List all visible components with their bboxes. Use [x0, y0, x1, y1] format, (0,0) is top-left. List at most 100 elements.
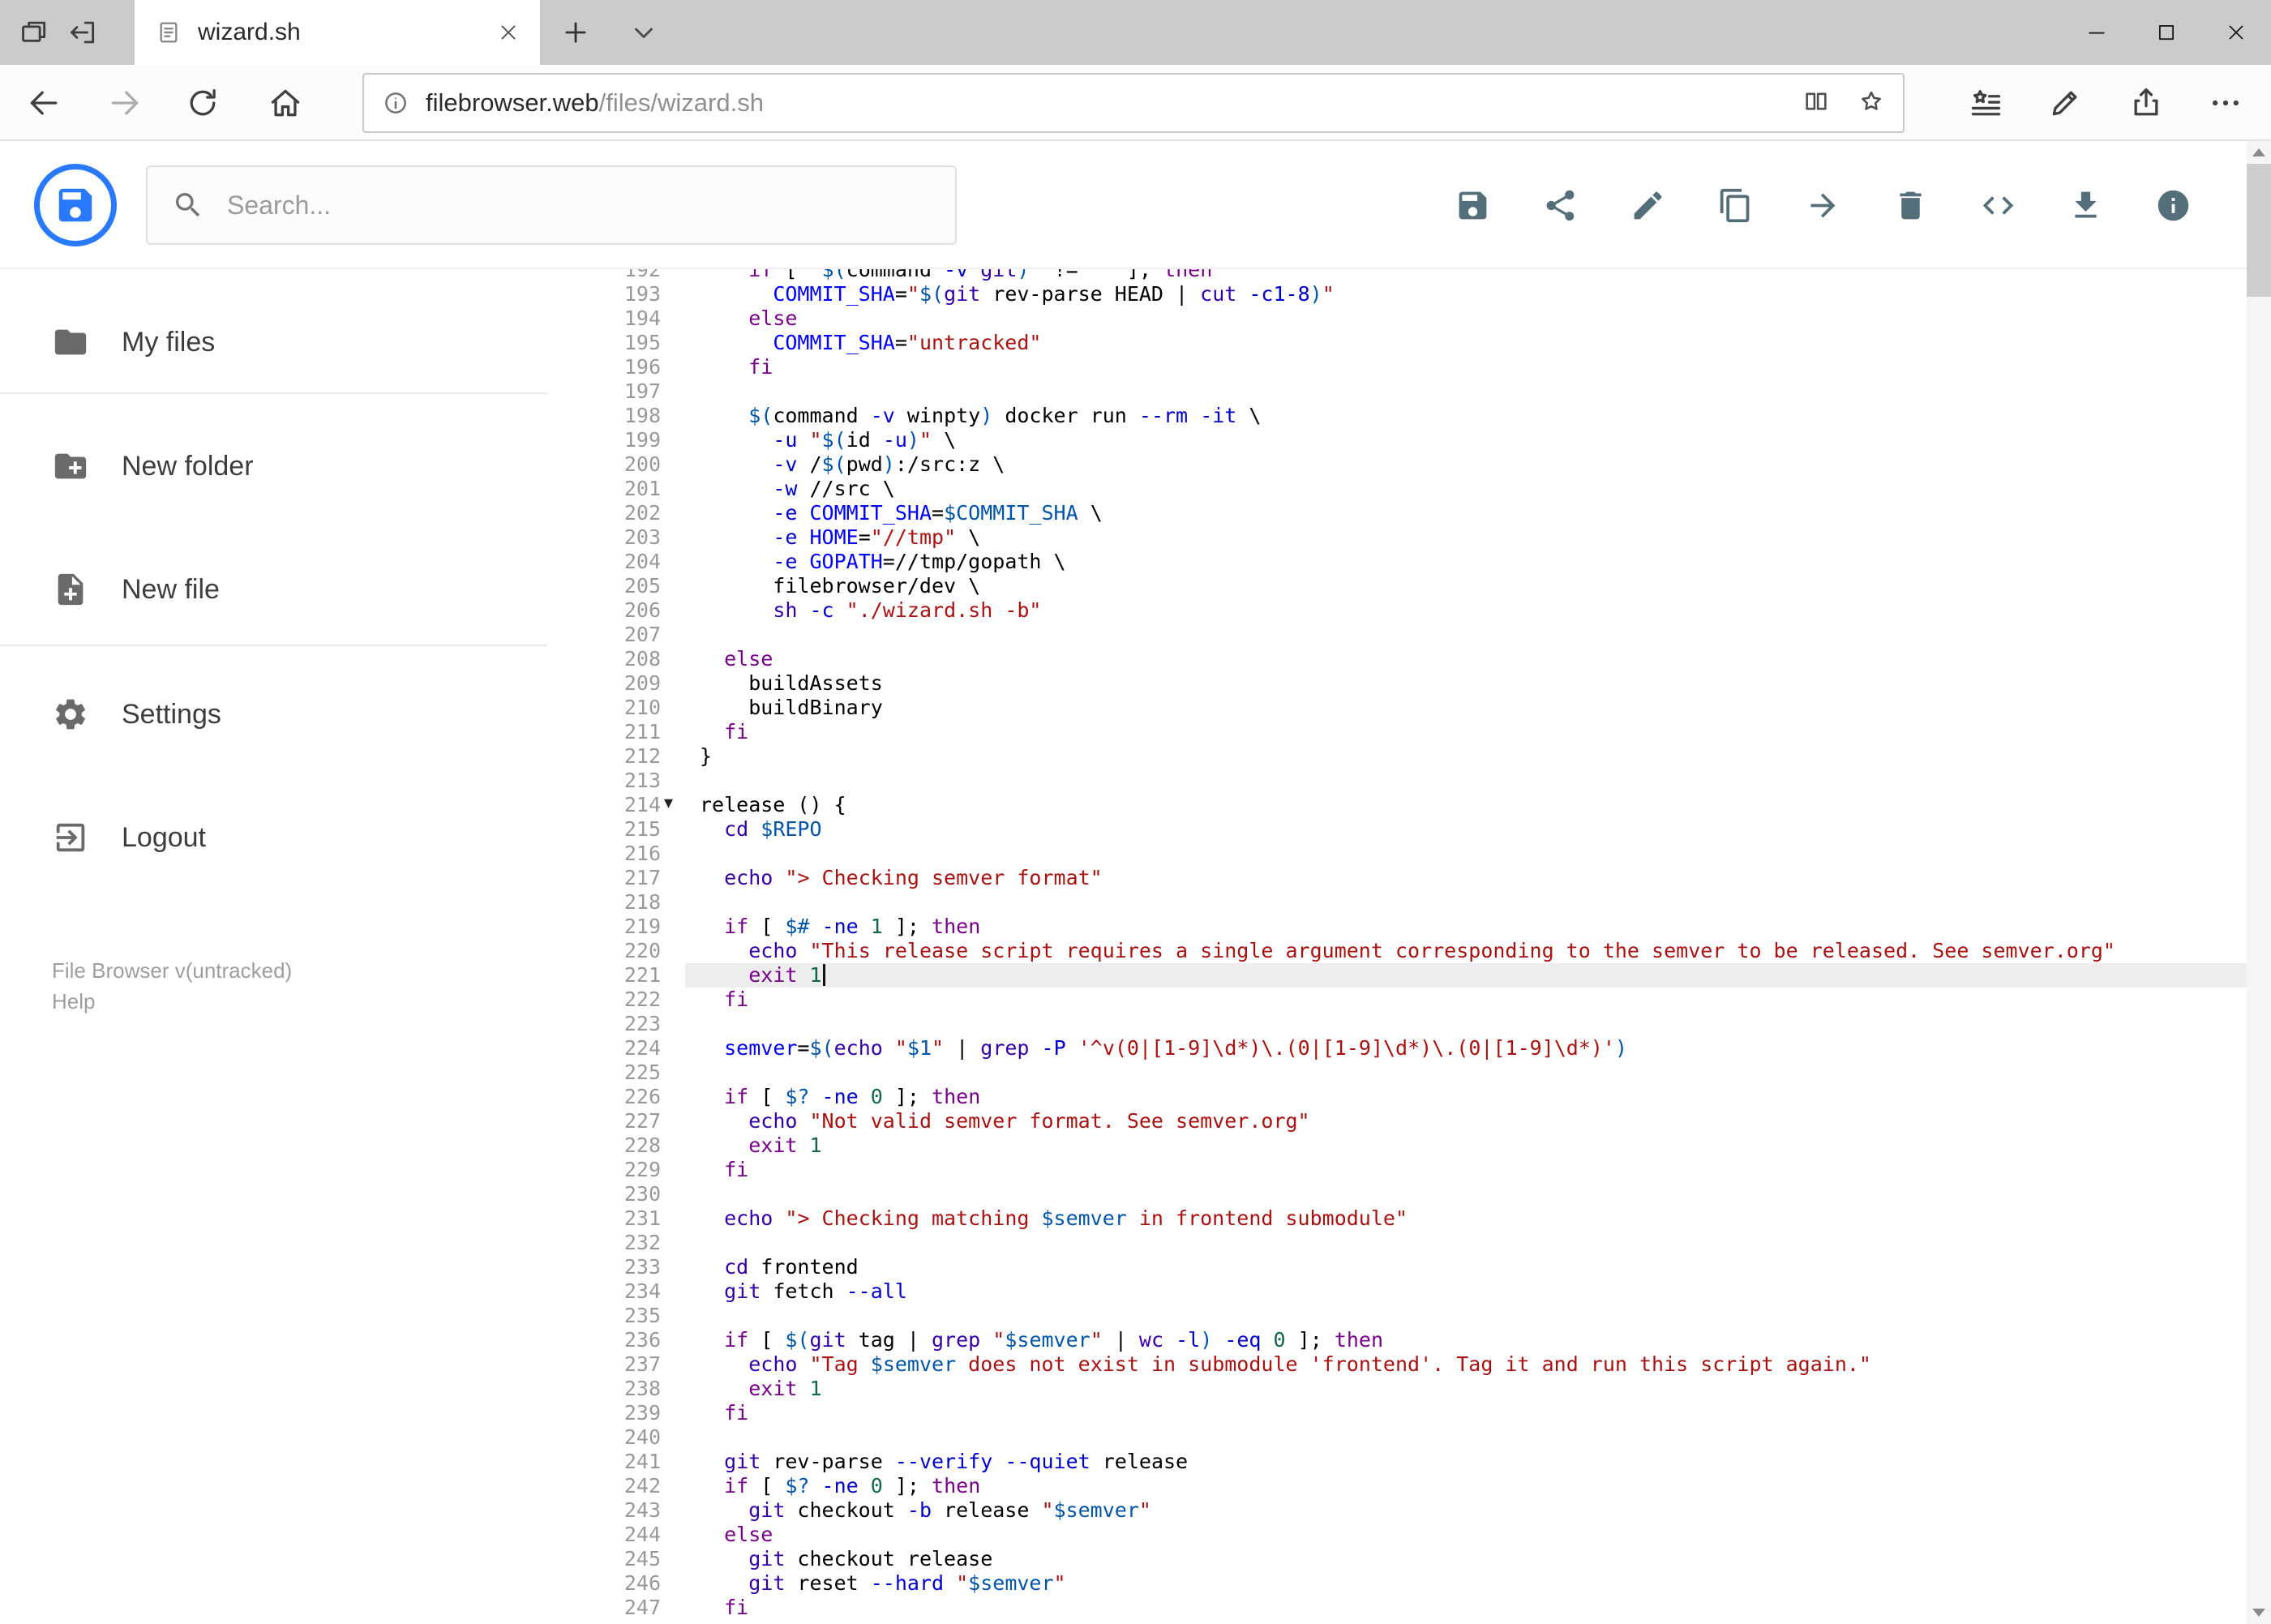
- help-link[interactable]: Help: [52, 989, 95, 1014]
- code-line[interactable]: 203 -e HOME="//tmp" \: [580, 525, 2247, 550]
- code-line[interactable]: 246 git reset --hard "$semver": [580, 1571, 2247, 1596]
- code-line[interactable]: 192 if [ "$(command -v git)" != "" ]; th…: [580, 269, 2247, 282]
- code-line[interactable]: 195 COMMIT_SHA="untracked": [580, 331, 2247, 355]
- hub-favorites-icon[interactable]: [1965, 82, 2007, 124]
- code-line[interactable]: 212}: [580, 744, 2247, 769]
- code-line[interactable]: 197: [580, 379, 2247, 404]
- delete-button[interactable]: [1892, 187, 1929, 224]
- favorite-star-icon[interactable]: [1858, 88, 1885, 119]
- code-line[interactable]: 227 echo "Not valid semver format. See s…: [580, 1109, 2247, 1133]
- set-tabs-aside-icon[interactable]: [65, 15, 101, 50]
- code-line[interactable]: 226 if [ $? -ne 0 ]; then: [580, 1085, 2247, 1109]
- code-line[interactable]: 235: [580, 1304, 2247, 1328]
- code-line[interactable]: 232: [580, 1231, 2247, 1255]
- tab-preview-chevron-icon[interactable]: [626, 15, 662, 50]
- code-line[interactable]: 211 fi: [580, 720, 2247, 744]
- info-button[interactable]: [2155, 187, 2192, 224]
- code-line[interactable]: 207: [580, 623, 2247, 647]
- code-line[interactable]: 201 -w //src \: [580, 477, 2247, 501]
- refresh-button[interactable]: [182, 82, 224, 124]
- code-line[interactable]: 225: [580, 1061, 2247, 1085]
- code-line[interactable]: 222 fi: [580, 988, 2247, 1012]
- code-line[interactable]: 202 -e COMMIT_SHA=$COMMIT_SHA \: [580, 501, 2247, 525]
- search-bar[interactable]: [146, 165, 957, 245]
- code-line[interactable]: 215 cd $REPO: [580, 817, 2247, 842]
- code-line[interactable]: 230: [580, 1182, 2247, 1206]
- code-line[interactable]: 224 semver=$(echo "$1" | grep -P '^v(0|[…: [580, 1036, 2247, 1061]
- back-button[interactable]: [23, 82, 65, 124]
- page-scrollbar[interactable]: [2247, 141, 2271, 1624]
- sidebar-item-new-file[interactable]: New file: [0, 549, 580, 630]
- code-line[interactable]: 220 echo "This release script requires a…: [580, 939, 2247, 963]
- reading-view-icon[interactable]: [1802, 88, 1830, 119]
- code-line[interactable]: 216: [580, 842, 2247, 866]
- code-line[interactable]: 209 buildAssets: [580, 671, 2247, 696]
- search-input[interactable]: [227, 190, 931, 221]
- code-line[interactable]: 237 echo "Tag $semver does not exist in …: [580, 1352, 2247, 1377]
- code-line[interactable]: 210 buildBinary: [580, 696, 2247, 720]
- sidebar-item-my-files[interactable]: My files: [0, 302, 580, 383]
- code-line[interactable]: 241 git rev-parse --verify --quiet relea…: [580, 1450, 2247, 1474]
- code-line[interactable]: 223: [580, 1012, 2247, 1036]
- code-line[interactable]: 229 fi: [580, 1158, 2247, 1182]
- site-info-icon[interactable]: [382, 89, 409, 117]
- code-line[interactable]: 219 if [ $# -ne 1 ]; then: [580, 915, 2247, 939]
- code-line[interactable]: 221 exit 1: [580, 963, 2247, 988]
- home-button[interactable]: [264, 82, 306, 124]
- download-button[interactable]: [2067, 187, 2104, 224]
- scroll-down-arrow-icon[interactable]: [2247, 1601, 2271, 1624]
- code-line[interactable]: 217 echo "> Checking semver format": [580, 866, 2247, 890]
- code-line[interactable]: 200 -v /$(pwd):/src:z \: [580, 452, 2247, 477]
- code-line[interactable]: 213: [580, 769, 2247, 793]
- share-page-icon[interactable]: [2125, 82, 2167, 124]
- tabs-preview-icon[interactable]: [16, 15, 52, 50]
- web-note-pen-icon[interactable]: [2044, 82, 2086, 124]
- code-line[interactable]: 199 -u "$(id -u)" \: [580, 428, 2247, 452]
- code-line[interactable]: 240: [580, 1425, 2247, 1450]
- code-line[interactable]: 193 COMMIT_SHA="$(git rev-parse HEAD | c…: [580, 282, 2247, 306]
- code-line[interactable]: 196 fi: [580, 355, 2247, 379]
- minimize-button[interactable]: [2062, 0, 2132, 65]
- tab-close-icon[interactable]: [498, 22, 519, 43]
- scrollbar-thumb[interactable]: [2247, 164, 2271, 297]
- more-options-icon[interactable]: [2205, 82, 2247, 124]
- code-line[interactable]: 243 git checkout -b release "$semver": [580, 1498, 2247, 1523]
- forward-button[interactable]: [104, 82, 146, 124]
- code-line[interactable]: 208 else: [580, 647, 2247, 671]
- copy-button[interactable]: [1717, 187, 1754, 224]
- code-editor[interactable]: 192 if [ "$(command -v git)" != "" ]; th…: [580, 269, 2247, 1624]
- code-line[interactable]: 234 git fetch --all: [580, 1279, 2247, 1304]
- code-line[interactable]: 228 exit 1: [580, 1133, 2247, 1158]
- address-bar[interactable]: filebrowser.web/files/wizard.sh: [362, 73, 1905, 133]
- code-line[interactable]: 194 else: [580, 306, 2247, 331]
- code-line[interactable]: 236 if [ $(git tag | grep "$semver" | wc…: [580, 1328, 2247, 1352]
- save-button[interactable]: [1455, 187, 1491, 224]
- move-button[interactable]: [1805, 187, 1841, 224]
- sidebar-item-new-folder[interactable]: New folder: [0, 426, 580, 507]
- code-line[interactable]: 247 fi: [580, 1596, 2247, 1620]
- code-line[interactable]: 204 -e GOPATH=//tmp/gopath \: [580, 550, 2247, 574]
- sidebar-item-logout[interactable]: Logout: [0, 797, 580, 878]
- maximize-button[interactable]: [2132, 0, 2201, 65]
- code-line[interactable]: 238 exit 1: [580, 1377, 2247, 1401]
- code-line[interactable]: 214 ▾ release () {: [580, 793, 2247, 817]
- new-tab-button[interactable]: [558, 15, 593, 50]
- browser-tab[interactable]: wizard.sh: [135, 0, 540, 65]
- fold-marker-icon[interactable]: ▾: [664, 791, 673, 816]
- code-line[interactable]: 198 $(command -v winpty) docker run --rm…: [580, 404, 2247, 428]
- code-line[interactable]: 205 filebrowser/dev \: [580, 574, 2247, 598]
- code-line[interactable]: 231 echo "> Checking matching $semver in…: [580, 1206, 2247, 1231]
- editor-toggle-button[interactable]: [1980, 187, 2016, 224]
- scroll-up-arrow-icon[interactable]: [2247, 141, 2271, 164]
- share-button[interactable]: [1542, 187, 1579, 224]
- close-button[interactable]: [2201, 0, 2271, 65]
- code-line[interactable]: 233 cd frontend: [580, 1255, 2247, 1279]
- code-line[interactable]: 245 git checkout release: [580, 1547, 2247, 1571]
- rename-button[interactable]: [1630, 187, 1666, 224]
- code-line[interactable]: 218: [580, 890, 2247, 915]
- code-line[interactable]: 242 if [ $? -ne 0 ]; then: [580, 1474, 2247, 1498]
- code-line[interactable]: 206 sh -c "./wizard.sh -b": [580, 598, 2247, 623]
- code-line[interactable]: 239 fi: [580, 1401, 2247, 1425]
- sidebar-item-settings[interactable]: Settings: [0, 674, 580, 755]
- code-line[interactable]: 244 else: [580, 1523, 2247, 1547]
